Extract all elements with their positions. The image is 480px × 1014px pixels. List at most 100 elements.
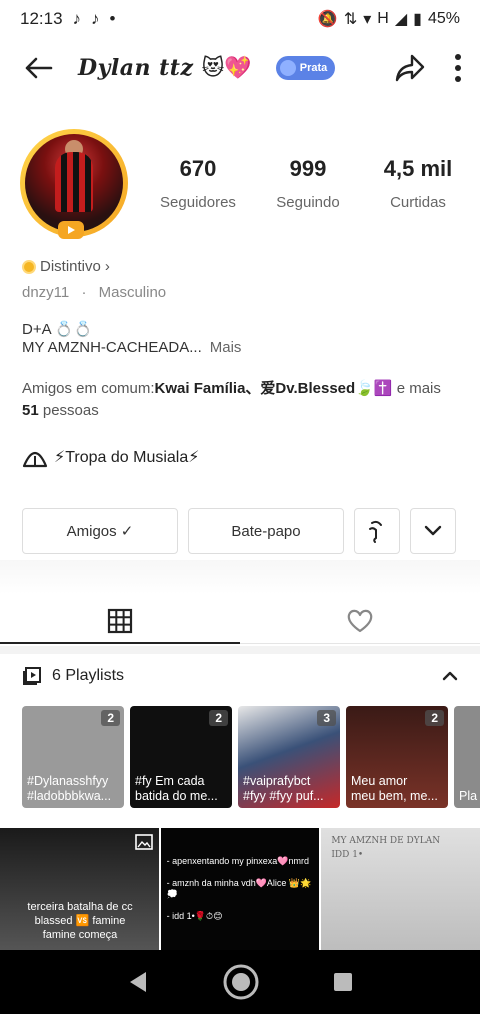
tiktok-icon: ♪ (72, 9, 82, 28)
stat-label: Seguindo (276, 193, 340, 211)
nav-home-icon[interactable] (222, 963, 260, 1001)
username-emojis: 😻💖 (201, 55, 252, 80)
dot-icon: • (109, 9, 116, 28)
arrow-left-icon (25, 57, 53, 79)
video-grid: terceira batalha de cc blassed 🆚 famine … (0, 828, 480, 950)
message-button[interactable]: Bate-papo (188, 508, 344, 554)
mutual-friends-unit: pessoas (38, 402, 99, 419)
level-badge[interactable]: Prata (275, 56, 336, 80)
username: Dylan ttz (78, 55, 194, 81)
playlist-card[interactable]: 2 #Dylanasshfyy #ladobbbkwa... (22, 706, 124, 808)
handle: dnzy11 (22, 284, 70, 301)
stat-followers[interactable]: 670 Seguidores (156, 156, 240, 211)
hand-icon (369, 520, 382, 543)
profile-header: Dylan ttz 😻💖 Prata (0, 44, 480, 92)
image-icon (134, 834, 153, 850)
mutual-friends-names: Kwai Família、爱Dv.Blessed🍃✝️ (154, 380, 393, 397)
badge-icon (279, 60, 296, 76)
share-icon[interactable] (394, 53, 426, 83)
playlist-card[interactable]: 3 #vaiprafybct #fyy #fyy puf... (238, 706, 340, 808)
status-time: 12:13 (20, 9, 63, 28)
playlist-icon (23, 667, 41, 685)
distintivo-link[interactable]: Distintivo › (22, 258, 460, 275)
stats: 670 Seguidores 999 Seguindo 4,5 mil Curt… (156, 156, 460, 211)
stat-value: 670 (179, 155, 217, 181)
meta-separator: · (81, 284, 87, 301)
status-bar: 12:13 ♪ ♪ • 🔕 ⇅ ▾ H ◢ ▮ 45% (0, 0, 480, 38)
friends-button[interactable]: Amigos ✓ (22, 508, 178, 554)
play-badge (58, 221, 84, 239)
bio-more-link[interactable]: Mais (210, 339, 242, 356)
video-thumbnail[interactable]: MY AMZNH DE DYLAN IDD 1• (321, 828, 480, 950)
stat-value: 4,5 mil (383, 155, 453, 181)
chevron-right-icon: › (104, 258, 110, 275)
playlist-title: Pla (459, 789, 478, 803)
bio-line-2: MY AMZNH-CACHEADA... Mais (22, 339, 460, 356)
stat-value: 999 (289, 155, 327, 181)
avatar-image (25, 134, 123, 232)
playlist-title: #fy Em cada batida do me... (135, 774, 218, 803)
level-badge-label: Prata (299, 62, 328, 74)
mute-icon: 🔕 (317, 11, 338, 28)
playlist-card[interactable]: 2 #fy Em cada batida do me... (130, 706, 232, 808)
medal-icon (22, 259, 36, 274)
gender: Masculino (98, 284, 167, 301)
nav-back-icon[interactable] (127, 970, 149, 994)
playlist-title: Meu amor meu bem, me... (351, 774, 438, 803)
group-tent-icon (22, 451, 48, 468)
expand-button[interactable] (410, 508, 456, 554)
stat-label: Seguidores (160, 193, 236, 211)
nav-recents-icon[interactable] (333, 972, 353, 992)
playlists-header[interactable]: 6 Playlists (22, 660, 458, 692)
playlist-title: #Dylanasshfyy #ladobbbkwa... (27, 774, 112, 803)
playlist-count: 2 (209, 710, 228, 726)
mutual-friends-count: 51 (22, 402, 39, 419)
playlist-title: #vaiprafybct #fyy #fyy puf... (243, 774, 324, 803)
back-button[interactable] (18, 48, 58, 88)
grid-icon (107, 608, 133, 633)
tab-likes[interactable] (240, 598, 480, 643)
chevron-up-icon[interactable] (442, 671, 458, 681)
playlist-count: 2 (101, 710, 120, 726)
playlists-title: 6 Playlists (52, 667, 125, 684)
playlist-count: 2 (425, 710, 444, 726)
heart-icon (347, 609, 373, 632)
video-caption: terceira batalha de cc blassed 🆚 famine … (27, 901, 133, 941)
battery-percent: 45% (427, 10, 460, 27)
bio-line-1: D+A 💍💍 (22, 321, 93, 338)
content-tabs (0, 598, 480, 644)
distintivo-label: Distintivo (40, 258, 101, 275)
video-caption: MY AMZNH DE DYLAN IDD 1• (331, 836, 441, 860)
avatar[interactable] (20, 129, 128, 239)
playlist-card[interactable]: 2 Meu amor meu bem, me... (346, 706, 448, 808)
profile-meta: dnzy11 · Masculino (22, 284, 460, 301)
mutual-friends-prefix: Amigos em comum: (22, 380, 155, 397)
divider (0, 560, 480, 594)
group-link[interactable]: ⚡Tropa do Musiala⚡ (22, 446, 460, 468)
gesture-button[interactable] (354, 508, 400, 554)
tiktok-icon: ♪ (91, 9, 100, 28)
chevron-down-icon (424, 525, 442, 536)
battery-icon: ▮ (413, 11, 422, 28)
profile-summary: 670 Seguidores 999 Seguindo 4,5 mil Curt… (20, 128, 460, 239)
more-options-icon[interactable] (454, 53, 462, 83)
play-icon (68, 226, 75, 234)
group-name: ⚡Tropa do Musiala⚡ (54, 449, 200, 466)
wifi-icon: ▾ (363, 11, 372, 28)
mutual-friends[interactable]: Amigos em comum:Kwai Família、爱Dv.Blessed… (22, 378, 460, 422)
tab-videos[interactable] (0, 598, 240, 644)
data-icon: ⇅ (343, 11, 358, 28)
playlist-card[interactable]: Pla (454, 706, 480, 808)
stat-likes[interactable]: 4,5 mil Curtidas (376, 156, 460, 211)
profile-actions: Amigos ✓ Bate-papo (22, 508, 458, 554)
system-nav-bar (0, 950, 480, 1014)
stat-following[interactable]: 999 Seguindo (266, 156, 350, 211)
mutual-friends-suffix: e mais (392, 380, 441, 397)
video-caption: - apenxentando my pinxexa🩷nmrd - amznh d… (166, 856, 312, 921)
playlist-count: 3 (317, 710, 336, 726)
network-type: H (377, 10, 389, 27)
video-thumbnail[interactable]: - apenxentando my pinxexa🩷nmrd - amznh d… (160, 828, 320, 950)
playlist-row: 2 #Dylanasshfyy #ladobbbkwa... 2 #fy Em … (22, 706, 480, 810)
signal-icon: ◢ (394, 11, 408, 28)
video-thumbnail[interactable]: terceira batalha de cc blassed 🆚 famine … (0, 828, 159, 950)
